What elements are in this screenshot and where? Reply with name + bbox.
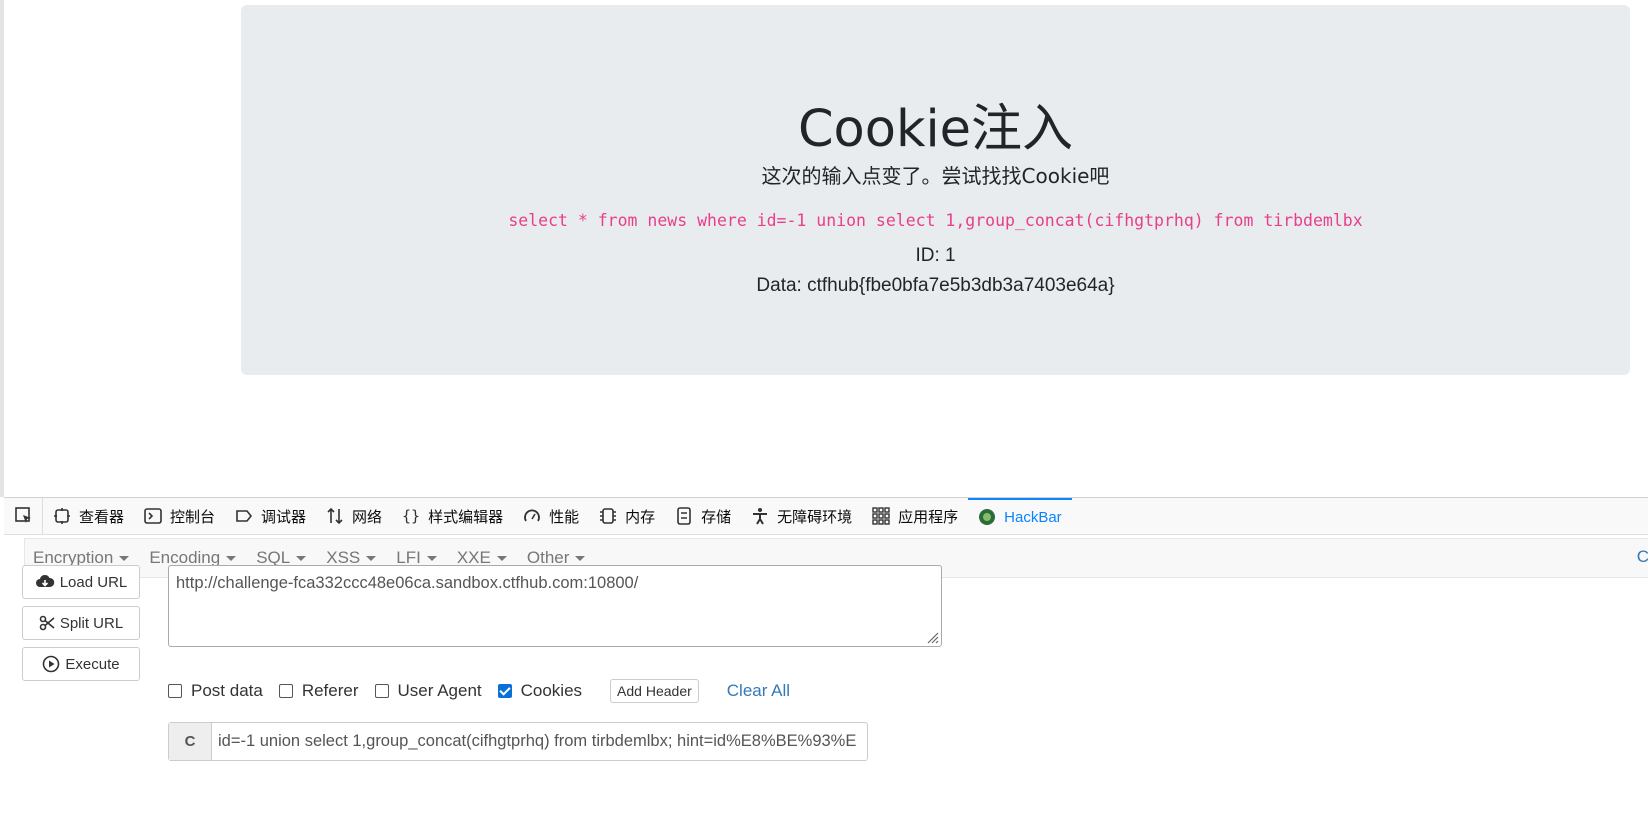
page-lead: 这次的输入点变了。尝试找找Cookie吧 [761, 164, 1110, 188]
user-agent-checkbox[interactable] [374, 684, 389, 698]
user-agent-option[interactable]: User Agent [374, 681, 482, 701]
referer-option[interactable]: Referer [278, 681, 359, 701]
tab-label: 样式编辑器 [428, 508, 504, 526]
scissors-icon [39, 615, 55, 631]
application-icon [872, 507, 890, 525]
tab-memory[interactable]: 内存 [589, 498, 665, 534]
inspector-icon [54, 508, 70, 524]
caret-down-icon [496, 555, 507, 561]
memory-icon [600, 508, 617, 524]
tab-accessibility[interactable]: 无障碍环境 [741, 498, 862, 534]
caret-down-icon [426, 555, 437, 561]
performance-icon [524, 509, 540, 522]
url-input[interactable]: http://challenge-fca332ccc48e06ca.sandbo… [168, 565, 942, 647]
play-circle-icon [43, 655, 60, 673]
tab-label: 存储 [701, 508, 732, 526]
clear-all-link[interactable]: Clear All [727, 681, 790, 701]
caret-down-icon [296, 555, 307, 561]
tab-label: 调试器 [261, 508, 307, 526]
cookie-field: C id=-1 union select 1,group_concat(cifh… [168, 722, 868, 761]
style-editor-icon: {} [402, 507, 420, 525]
url-text: http://challenge-fca332ccc48e06ca.sandbo… [176, 574, 639, 592]
tab-performance[interactable]: 性能 [513, 498, 589, 534]
tab-label: 控制台 [170, 508, 216, 526]
split-url-button[interactable]: Split URL [22, 606, 140, 640]
resize-handle-icon[interactable] [925, 630, 939, 644]
cookies-option[interactable]: Cookies [497, 681, 582, 701]
devtools-tabbar: 查看器 控制台 调试器 网络 {} 样式编辑器 性能 内存 存储 无障碍环境 应… [4, 498, 1648, 535]
caret-down-icon [366, 555, 377, 561]
tab-debugger[interactable]: 调试器 [225, 498, 316, 534]
hackbar-right-link[interactable]: C [1637, 547, 1648, 567]
tab-console[interactable]: 控制台 [134, 498, 225, 534]
caret-down-icon [119, 555, 130, 561]
cloud-download-icon [35, 574, 54, 587]
cookies-checkbox[interactable] [497, 684, 512, 698]
execute-button[interactable]: Execute [22, 647, 140, 681]
tab-label: 网络 [352, 508, 383, 526]
add-header-button[interactable]: Add Header [610, 679, 699, 703]
tab-label: 无障碍环境 [777, 508, 853, 526]
tab-label: 查看器 [79, 508, 125, 526]
sql-query: select * from news where id=-1 union sel… [508, 211, 1363, 230]
tab-hackbar[interactable]: HackBar [968, 498, 1072, 534]
storage-icon [677, 507, 691, 525]
debugger-icon [236, 510, 253, 522]
tab-label: HackBar [1004, 508, 1062, 526]
tab-label: 性能 [549, 508, 580, 526]
post-data-option[interactable]: Post data [168, 681, 263, 701]
cookie-label: C [169, 723, 212, 760]
element-picker-icon [15, 507, 31, 523]
tab-network[interactable]: 网络 [316, 498, 392, 534]
tab-label: 应用程序 [898, 508, 959, 526]
tab-style-editor[interactable]: {} 样式编辑器 [392, 498, 513, 534]
page-viewport: Cookie注入 这次的输入点变了。尝试找找Cookie吧 select * f… [0, 0, 1648, 497]
tab-application[interactable]: 应用程序 [862, 498, 968, 534]
svg-text:{}: {} [402, 507, 420, 525]
result-id: ID: 1 [915, 245, 956, 266]
options-row: Post data Referer User Agent Cookies Add… [168, 678, 790, 704]
tab-inspector[interactable]: 查看器 [43, 498, 134, 534]
page-title: Cookie注入 [797, 100, 1074, 159]
accessibility-icon [753, 508, 768, 525]
element-picker-button[interactable] [4, 498, 43, 534]
caret-down-icon [226, 555, 237, 561]
tab-label: 内存 [625, 508, 656, 526]
result-data: Data: ctfhub{fbe0bfa7e5b3db3a7403e64a} [756, 275, 1115, 296]
caret-down-icon [575, 555, 586, 561]
network-icon [327, 507, 343, 525]
load-url-button[interactable]: Load URL [22, 565, 140, 599]
console-icon [144, 508, 162, 524]
post-data-checkbox[interactable] [168, 684, 182, 698]
cookie-input[interactable]: id=-1 union select 1,group_concat(cifhgt… [212, 723, 867, 760]
referer-checkbox[interactable] [278, 684, 293, 698]
tab-storage[interactable]: 存储 [665, 498, 741, 534]
jumbotron: Cookie注入 这次的输入点变了。尝试找找Cookie吧 select * f… [241, 5, 1630, 375]
devtools-panel: 查看器 控制台 调试器 网络 {} 样式编辑器 性能 内存 存储 无障碍环境 应… [4, 497, 1648, 835]
hackbar-icon [979, 509, 996, 525]
